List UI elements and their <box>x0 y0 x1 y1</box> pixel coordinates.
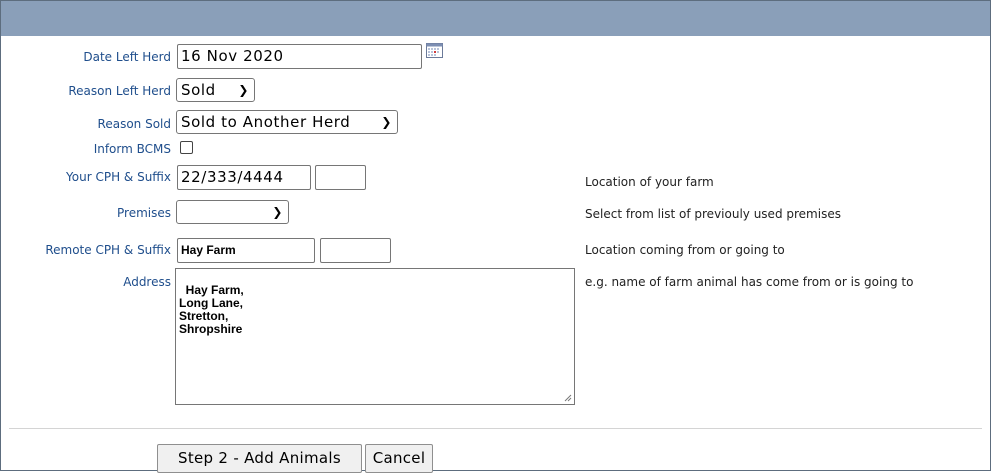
reason-sold-label: Reason Sold <box>97 117 171 131</box>
premises-hint: Select from list of previouly used premi… <box>585 207 841 221</box>
remote-cph-input[interactable]: Hay Farm <box>177 238 315 263</box>
header-bar <box>1 1 990 36</box>
reason-sold-select[interactable]: Sold to Another Herd ❯ <box>176 110 398 134</box>
cancel-button[interactable]: Cancel <box>365 444 433 473</box>
chevron-down-icon: ❯ <box>272 205 283 219</box>
date-left-herd-input[interactable]: 16 Nov 2020 <box>177 44 422 69</box>
reason-sold-value: Sold to Another Herd <box>181 113 351 131</box>
inform-bcms-label: Inform BCMS <box>93 142 171 156</box>
remote-cph-suffix-input[interactable] <box>320 238 391 263</box>
chevron-down-icon: ❯ <box>381 115 392 129</box>
address-hint: e.g. name of farm animal has come from o… <box>585 275 914 289</box>
remote-cph-label: Remote CPH & Suffix <box>45 243 171 257</box>
reason-left-herd-label: Reason Left Herd <box>68 84 171 98</box>
premises-label: Premises <box>117 206 171 220</box>
your-cph-hint: Location of your farm <box>585 175 714 189</box>
resize-grip-icon[interactable] <box>564 394 572 402</box>
address-textarea[interactable]: Hay Farm, Long Lane, Stretton, Shropshir… <box>175 268 575 405</box>
chevron-down-icon: ❯ <box>238 83 249 97</box>
reason-left-herd-select[interactable]: Sold ❯ <box>176 78 255 102</box>
reason-left-herd-value: Sold <box>181 81 216 99</box>
date-left-herd-label: Date Left Herd <box>83 50 171 64</box>
your-cph-label: Your CPH & Suffix <box>66 170 171 184</box>
premises-select[interactable]: ❯ <box>176 200 289 224</box>
remote-cph-hint: Location coming from or going to <box>585 243 785 257</box>
calendar-icon[interactable] <box>426 43 443 58</box>
address-label: Address <box>123 275 171 289</box>
divider <box>9 428 982 429</box>
inform-bcms-checkbox[interactable] <box>180 141 193 154</box>
your-cph-suffix-input[interactable] <box>315 165 366 190</box>
your-cph-input[interactable]: 22/333/4444 <box>177 165 311 190</box>
step-2-add-animals-button[interactable]: Step 2 - Add Animals <box>157 444 362 473</box>
address-text: Hay Farm, Long Lane, Stretton, Shropshir… <box>179 283 244 336</box>
